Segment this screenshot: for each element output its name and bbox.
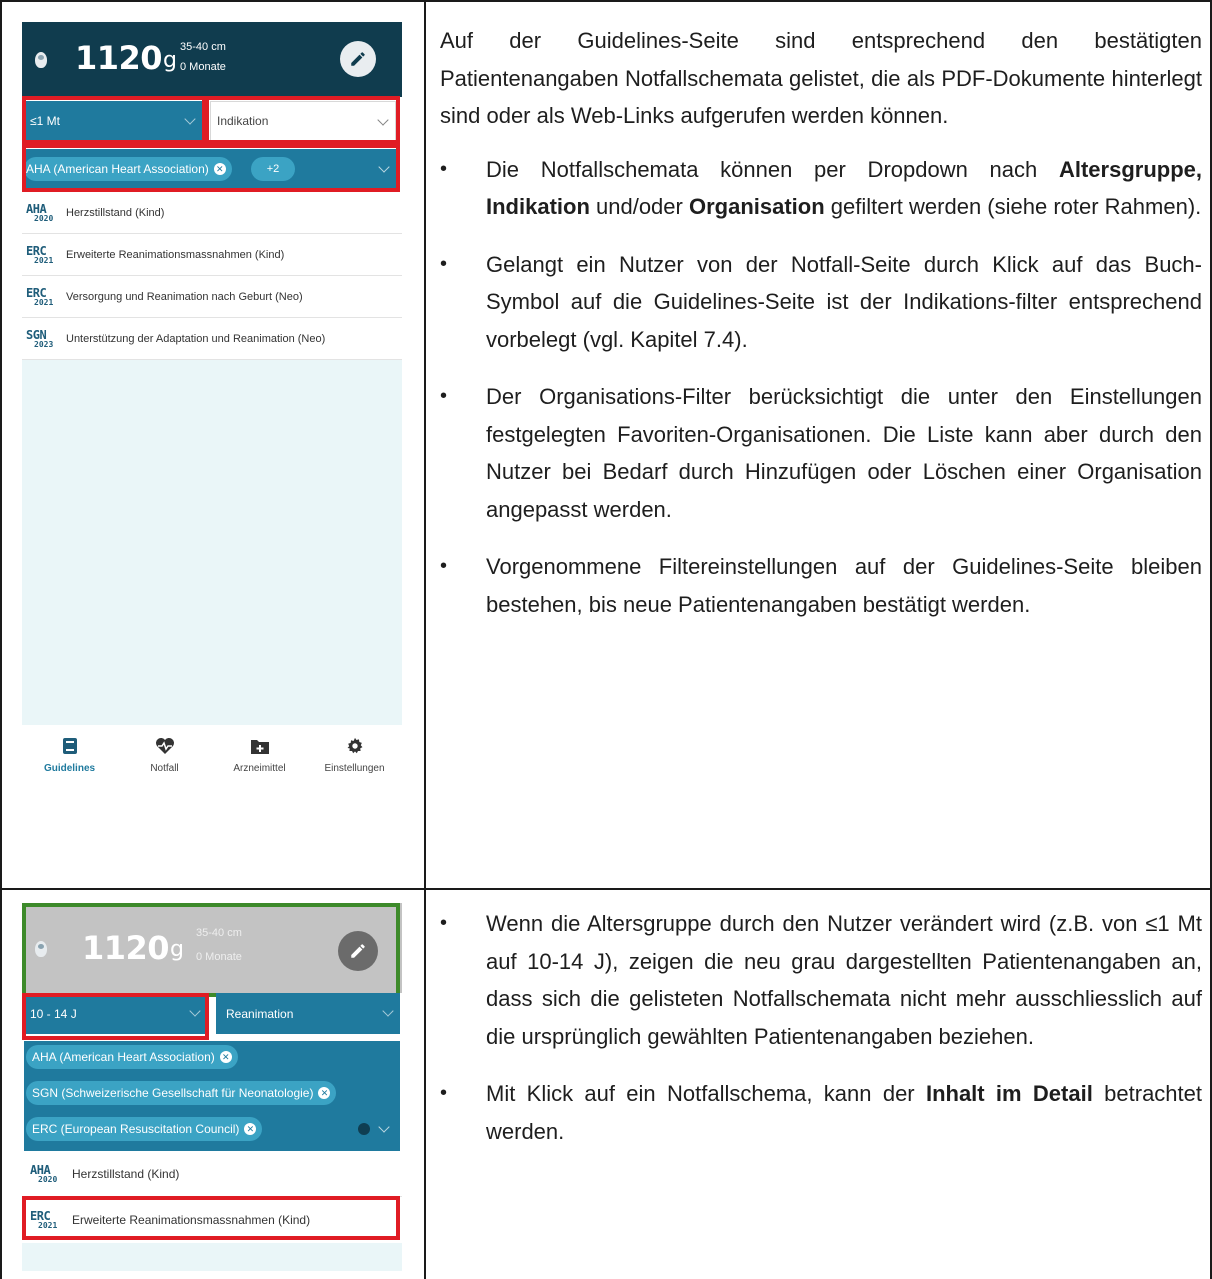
- intro-paragraph: Auf der Guidelines-Seite sind entspreche…: [440, 28, 1202, 128]
- weight-value: 1120: [75, 39, 163, 77]
- guideline-title: Erweiterte Reanimationsmassnahmen (Kind): [66, 248, 285, 261]
- remove-chip-icon[interactable]: ✕: [318, 1087, 331, 1099]
- tab-label: Notfall: [150, 763, 179, 774]
- length-label: 35-40 cm: [180, 41, 226, 53]
- guideline-item[interactable]: SGN 2023 Unterstützung der Adaptation und…: [22, 318, 402, 360]
- book-icon: [62, 738, 77, 754]
- org-chip[interactable]: AHA (American Heart Association) ✕: [26, 1045, 238, 1069]
- medicine-folder-icon: [250, 740, 269, 754]
- bullet-detail: Mit Klick auf ein Notfallschema, kann de…: [440, 1075, 1202, 1150]
- age-label: 0 Monate: [180, 61, 226, 73]
- tab-label: Arzneimittel: [233, 763, 286, 774]
- pencil-icon: [351, 52, 365, 66]
- patient-header: 1120 g 35-40 cm 0 Monate: [22, 22, 402, 97]
- organisation-filter[interactable]: AHA (American Heart Association) ✕ SGN (S…: [24, 1041, 400, 1151]
- org-logo: AHA 2020: [30, 1162, 58, 1184]
- tab-arzneimittel[interactable]: Arzneimittel: [212, 725, 307, 785]
- org-chip[interactable]: SGN (Schweizerische Gesellschaft für Neo…: [26, 1081, 337, 1105]
- guideline-item[interactable]: ERC 2021 Erweiterte Reanimationsmassnahme…: [22, 234, 402, 276]
- indication-dropdown[interactable]: Reanimation: [216, 993, 400, 1034]
- guideline-item[interactable]: AHA 2020 Herzstillstand (Kind): [22, 192, 402, 234]
- description-column-1: Auf der Guidelines-Seite sind entspreche…: [440, 22, 1202, 623]
- clear-all-icon[interactable]: [358, 1123, 370, 1135]
- edit-patient-button[interactable]: [340, 41, 376, 77]
- org-chip-label: AHA (American Heart Association): [32, 1050, 215, 1064]
- remove-chip-icon[interactable]: ✕: [244, 1123, 257, 1135]
- empty-list-area: [22, 1243, 402, 1271]
- bullet-organisation: Der Organisations-Filter berücksichtigt …: [440, 378, 1202, 528]
- highlight-guideline-item: [22, 1196, 400, 1240]
- org-chip-label: SGN (Schweizerische Gesellschaft für Neo…: [32, 1086, 314, 1100]
- tab-notfall[interactable]: Notfall: [117, 725, 212, 785]
- description-column-2: Wenn die Altersgruppe durch den Nutzer v…: [440, 905, 1202, 1150]
- highlight-organisation-filter: [22, 144, 400, 192]
- remove-chip-icon[interactable]: ✕: [219, 1051, 232, 1063]
- guideline-title: Unterstützung der Adaptation und Reanima…: [66, 332, 326, 345]
- table-border-row: [0, 888, 1212, 890]
- tab-einstellungen[interactable]: Einstellungen: [307, 725, 402, 785]
- tab-label: Guidelines: [43, 763, 96, 774]
- chevron-down-icon: [382, 1005, 394, 1017]
- guideline-item[interactable]: ERC 2021 Versorgung und Reanimation nach …: [22, 276, 402, 318]
- gear-icon: [347, 737, 362, 754]
- highlight-patient-header: [22, 903, 400, 997]
- table-border-middle: [424, 0, 426, 1279]
- guideline-item[interactable]: AHA 2020 Herzstillstand (Kind): [22, 1151, 402, 1197]
- empty-list-area: [22, 360, 402, 725]
- weight-unit: g: [163, 48, 177, 73]
- tab-label: Einstellungen: [324, 763, 385, 774]
- bullet-persistence: Vorgenommene Filtereinstellungen auf der…: [440, 548, 1202, 623]
- org-chip[interactable]: ERC (European Resuscitation Council) ✕: [26, 1117, 263, 1141]
- bullet-age-change: Wenn die Altersgruppe durch den Nutzer v…: [440, 905, 1202, 1055]
- org-logo: ERC 2021: [26, 285, 54, 307]
- app-screenshot-guidelines: 1120 g 35-40 cm 0 Monate ≤1 Mt Indikatio…: [22, 22, 402, 785]
- guideline-title: Herzstillstand (Kind): [66, 206, 165, 219]
- heartbeat-icon: [155, 738, 174, 754]
- bullet-filter: Die Notfallschemata können per Dropdown …: [440, 151, 1202, 226]
- org-logo: AHA 2020: [26, 201, 54, 223]
- indication-value: Reanimation: [226, 1006, 294, 1021]
- bullet-preselection: Gelangt ein Nutzer von der Notfall-Seite…: [440, 246, 1202, 359]
- baby-icon: [35, 52, 47, 68]
- chevron-down-icon: [378, 1121, 390, 1133]
- org-logo: ERC 2021: [26, 243, 54, 265]
- highlight-indication-filter: [205, 96, 400, 144]
- org-chip-label: ERC (European Resuscitation Council): [32, 1122, 240, 1136]
- guideline-list: AHA 2020 Herzstillstand (Kind) ERC 2021 Er…: [22, 192, 402, 360]
- org-logo: SGN 2023: [26, 327, 54, 349]
- table-border-top: [0, 0, 1212, 2]
- tab-guidelines[interactable]: Guidelines: [22, 725, 117, 785]
- guideline-title: Herzstillstand (Kind): [72, 1166, 180, 1181]
- highlight-age-filter: [22, 993, 209, 1040]
- bottom-tab-bar: Guidelines Notfall Arzneimittel Einstell…: [22, 725, 402, 785]
- app-screenshot-changed-age: 1120 g 35-40 cm 0 Monate 10 - 14 J Reani…: [22, 903, 402, 1271]
- table-border-left: [0, 0, 2, 1279]
- guideline-title: Versorgung und Reanimation nach Geburt (…: [66, 290, 303, 303]
- highlight-age-filter: [22, 96, 206, 144]
